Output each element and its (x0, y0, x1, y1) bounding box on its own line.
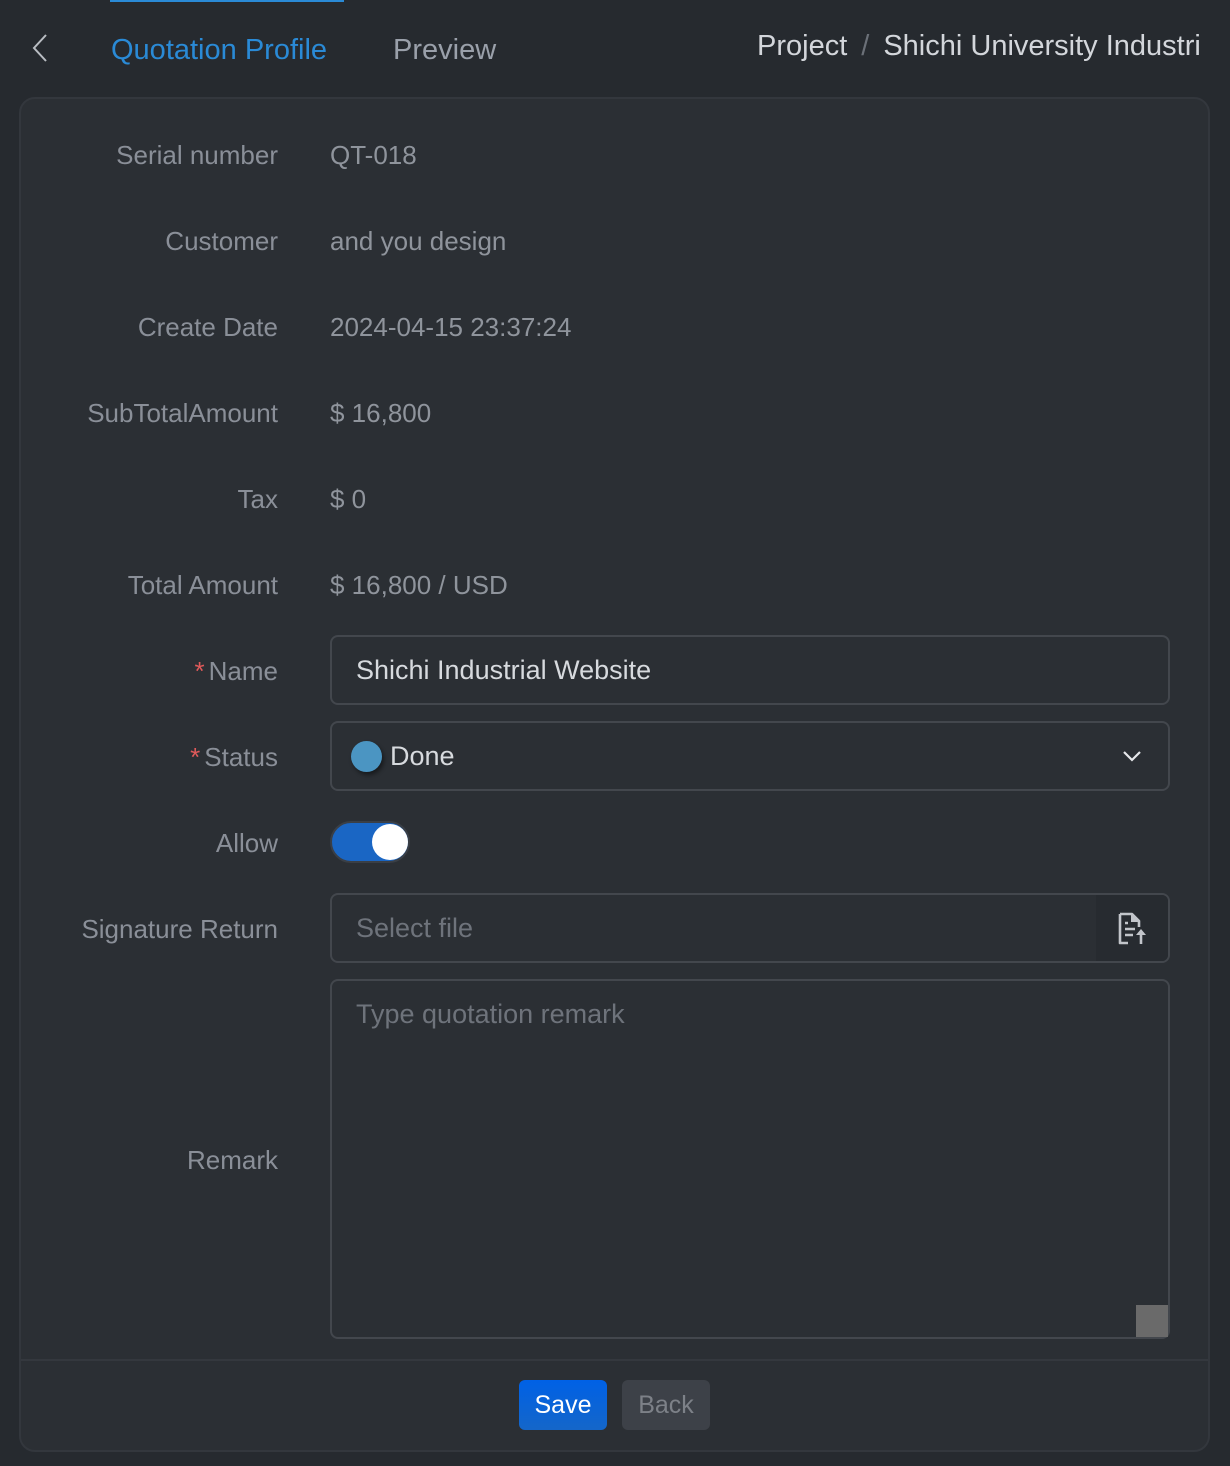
footer-divider (21, 1359, 1208, 1361)
required-mark: * (190, 742, 201, 772)
chevron-left-icon (32, 34, 47, 62)
tab-preview[interactable]: Preview (393, 30, 496, 70)
serial-number-value: QT-018 (330, 140, 417, 170)
field-subtotal: SubTotalAmount $ 16,800 (21, 393, 1208, 433)
status-label: * Status (190, 742, 278, 772)
customer-label: Customer (165, 226, 278, 256)
create-date-label: Create Date (137, 312, 278, 342)
file-input-placeholder: Select file (356, 913, 474, 943)
serial-number-label: Serial number (116, 140, 278, 170)
tax-label: Tax (237, 484, 278, 514)
field-allow: Allow (21, 823, 1208, 863)
save-button[interactable]: Save (519, 1380, 607, 1430)
back-footer-button[interactable]: Back (622, 1380, 710, 1430)
name-input-value: Shichi Industrial Website (356, 654, 652, 685)
allow-toggle[interactable] (330, 821, 410, 863)
name-input[interactable]: Shichi Industrial Website (330, 635, 1170, 705)
remark-placeholder: Type quotation remark (356, 999, 625, 1029)
signature-file-input[interactable]: Select file (330, 893, 1170, 963)
remark-label: Remark (186, 1145, 278, 1175)
total-value: $ 16,800 / USD (330, 570, 508, 600)
tab-quotation-profile[interactable]: Quotation Profile (111, 30, 327, 70)
status-select[interactable]: Done (330, 721, 1170, 791)
tax-value: $ 0 (330, 484, 367, 514)
chevron-down-icon (1123, 751, 1141, 762)
field-serial-number: Serial number QT-018 (21, 135, 1208, 175)
file-upload-icon (1118, 912, 1146, 945)
status-color-dot (351, 740, 382, 772)
field-create-date: Create Date 2024-04-15 23:37:24 (21, 307, 1208, 347)
customer-value: and you design (330, 226, 507, 256)
active-tab-indicator (110, 0, 344, 2)
top-bar: Quotation Profile Preview Project / Shichi… (0, 0, 1230, 96)
required-mark: * (194, 656, 205, 686)
toggle-knob (372, 824, 408, 860)
back-button[interactable] (26, 30, 54, 66)
breadcrumb-separator: / (861, 30, 870, 62)
status-select-value: Done (390, 740, 455, 771)
subtotal-label: SubTotalAmount (87, 398, 278, 428)
signature-return-label: Signature Return (81, 914, 278, 944)
create-date-value: 2024-04-15 23:37:24 (330, 312, 572, 342)
subtotal-value: $ 16,800 (330, 398, 432, 428)
name-label: * Name (194, 656, 278, 686)
allow-label: Allow (215, 828, 278, 858)
remark-textarea[interactable]: Type quotation remark (330, 979, 1170, 1339)
field-customer: Customer and you design (21, 221, 1208, 261)
field-total: Total Amount $ 16,800 / USD (21, 565, 1208, 605)
quotation-form-card: Serial number QT-018 Customer and you de… (19, 97, 1210, 1452)
breadcrumb-item-current: Shichi University Industri (883, 30, 1201, 62)
breadcrumb: Project / Shichi University Industri (757, 26, 1201, 66)
field-tax: Tax $ 0 (21, 479, 1208, 519)
file-upload-button[interactable] (1096, 895, 1168, 961)
total-label: Total Amount (127, 570, 278, 600)
resize-handle[interactable] (1136, 1305, 1168, 1337)
breadcrumb-item-project[interactable]: Project (757, 30, 847, 62)
